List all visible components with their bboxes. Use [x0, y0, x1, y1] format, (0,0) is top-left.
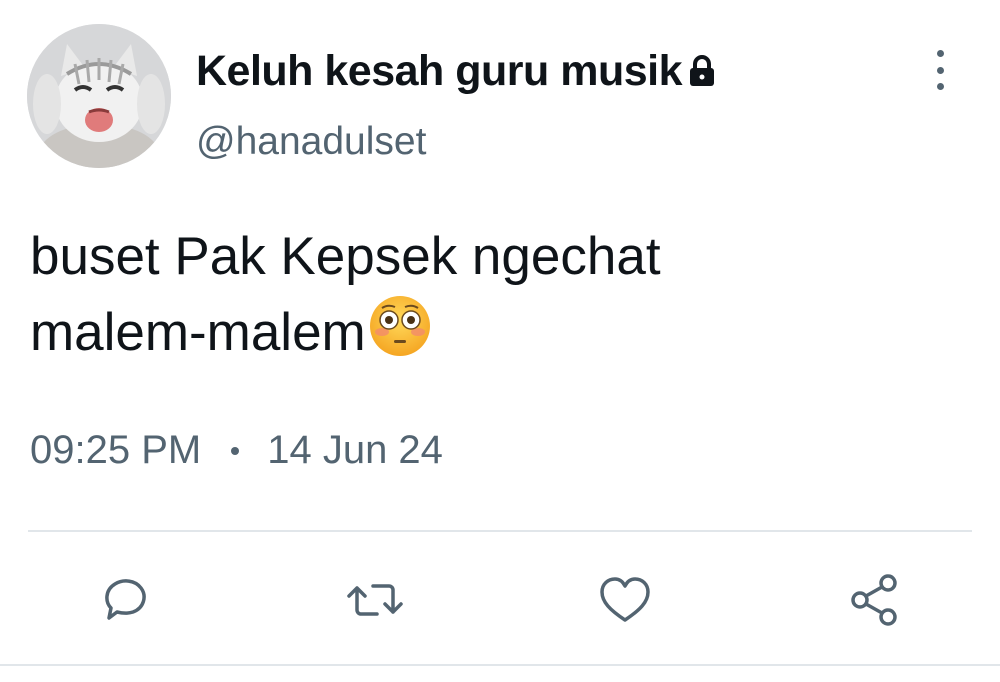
- like-button[interactable]: [595, 570, 655, 630]
- retweet-icon: [347, 584, 403, 616]
- share-button[interactable]: [845, 570, 905, 630]
- heart-icon: [600, 577, 650, 622]
- separator-dot: [231, 446, 240, 455]
- reply-icon: [105, 579, 146, 620]
- tweet-text-line-2: malem-malem: [30, 294, 930, 378]
- tweet-text: buset Pak Kepsek ngechat malem-malem: [30, 220, 930, 378]
- divider: [28, 530, 972, 532]
- author-display-name[interactable]: Keluh kesah guru musik: [196, 47, 683, 96]
- avatar[interactable]: [27, 24, 171, 168]
- author-name[interactable]: Keluh kesah guru musik: [196, 44, 718, 99]
- lock-icon: [686, 50, 718, 99]
- tweet-time[interactable]: 09:25 PM: [30, 428, 201, 473]
- tweet-text-line: malem-malem: [30, 303, 366, 362]
- flushed-face-emoji: [368, 294, 432, 378]
- tweet-timestamp[interactable]: 09:25 PM 14 Jun 24: [30, 428, 443, 473]
- more-options-icon[interactable]: [925, 50, 955, 90]
- share-icon: [851, 574, 897, 626]
- author-handle[interactable]: @hanadulset: [196, 120, 426, 164]
- retweet-button[interactable]: [345, 570, 405, 630]
- tweet-date[interactable]: 14 Jun 24: [267, 428, 443, 473]
- tweet-text-line: buset Pak Kepsek ngechat: [30, 227, 661, 286]
- reply-button[interactable]: [95, 570, 155, 630]
- divider: [0, 664, 1000, 666]
